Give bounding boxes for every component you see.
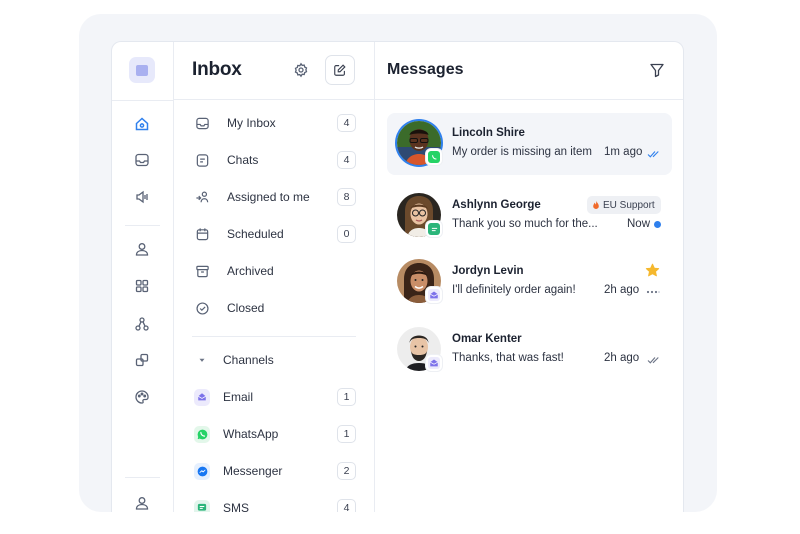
message-time: 2h ago <box>604 284 640 296</box>
channel-item-email[interactable]: Email 1 <box>174 383 375 411</box>
channel-label: Email <box>223 390 254 404</box>
nav-item-chats[interactable]: Chats 4 <box>174 146 375 174</box>
nav-item-count: 4 <box>337 151 356 169</box>
nav-item-label: Assigned to me <box>227 190 310 204</box>
nav-item-label: Scheduled <box>227 227 284 241</box>
calendar-icon <box>194 226 210 242</box>
contacts-icon[interactable] <box>133 240 151 258</box>
nav-item-count: 0 <box>337 225 356 243</box>
channels-label: Channels <box>223 353 274 367</box>
nav-item-closed[interactable]: Closed <box>174 294 375 322</box>
messages-title: Messages <box>387 61 464 78</box>
tag-label: EU Support <box>603 199 655 211</box>
channel-count: 4 <box>337 499 356 512</box>
contact-name: Ashlynn George <box>452 199 541 211</box>
sms-badge-icon <box>426 221 442 237</box>
archive-icon <box>194 263 210 279</box>
team-tag[interactable]: EU Support <box>587 196 661 214</box>
icon-rail <box>112 42 174 512</box>
message-time: 2h ago <box>604 352 640 364</box>
star-icon[interactable] <box>645 263 660 278</box>
nav-item-my-inbox[interactable]: My Inbox 4 <box>174 109 375 137</box>
inbox-header: Inbox <box>174 42 374 100</box>
apps-grid-icon[interactable] <box>133 277 151 295</box>
channel-label: WhatsApp <box>223 427 279 441</box>
channel-label: Messenger <box>223 464 283 478</box>
sms-icon <box>194 499 210 512</box>
rail-divider <box>112 100 173 101</box>
inbox-tray-icon <box>194 115 210 131</box>
rail-divider <box>125 225 160 226</box>
channel-item-sms[interactable]: SMS 4 <box>174 494 375 512</box>
typing-dots-icon <box>646 285 660 297</box>
nav-item-label: Archived <box>227 264 274 278</box>
nav-item-assigned-to-me[interactable]: Assigned to me 8 <box>174 183 375 211</box>
nav-item-label: Chats <box>227 153 259 167</box>
inbox-panel: Inbox My Inbox 4 Chats 4 Assigned to me … <box>174 42 375 512</box>
nav-item-count: 4 <box>337 114 356 132</box>
contact-name: Omar Kenter <box>452 333 522 345</box>
chat-doc-icon <box>194 152 210 168</box>
rail-divider <box>125 477 160 478</box>
inbox-icon[interactable] <box>133 151 151 169</box>
messages-panel: Messages Lincoln Shire My order is missi… <box>375 42 683 512</box>
palette-icon[interactable] <box>133 388 151 406</box>
contact-name: Jordyn Levin <box>452 265 524 277</box>
message-preview: I'll definitely order again! <box>452 284 576 296</box>
filter-icon[interactable] <box>649 62 665 78</box>
nav-item-label: My Inbox <box>227 116 276 130</box>
channels-divider <box>192 336 356 337</box>
app-logo-icon[interactable] <box>129 57 155 83</box>
whatsapp-icon <box>194 425 210 443</box>
channel-item-messenger[interactable]: Messenger 2 <box>174 457 375 485</box>
nav-item-count: 8 <box>337 188 356 206</box>
channel-item-whatsapp[interactable]: WhatsApp 1 <box>174 420 375 448</box>
compose-icon <box>334 64 346 76</box>
channel-count: 2 <box>337 462 356 480</box>
conversation-item[interactable]: Ashlynn George EU Support Thank you so m… <box>387 185 672 247</box>
caret-down-icon <box>194 352 210 368</box>
megaphone-icon[interactable] <box>133 188 151 206</box>
whatsapp-badge-icon <box>426 149 442 165</box>
channels-toggle[interactable]: Channels <box>174 346 375 374</box>
check-circle-icon <box>194 300 210 316</box>
conversation-item[interactable]: Omar Kenter Thanks, that was fast! 2h ag… <box>387 319 672 381</box>
workflow-icon[interactable] <box>133 315 151 333</box>
integrations-icon[interactable] <box>133 351 151 369</box>
email-badge-icon <box>426 355 442 371</box>
channel-count: 1 <box>337 388 356 406</box>
inbox-title: Inbox <box>192 59 242 80</box>
channel-label: SMS <box>223 501 250 512</box>
fire-icon <box>592 200 600 210</box>
nav-item-scheduled[interactable]: Scheduled 0 <box>174 220 375 248</box>
messages-header: Messages <box>375 42 683 100</box>
nav-item-archived[interactable]: Archived <box>174 257 375 285</box>
email-icon <box>194 388 210 406</box>
home-icon[interactable] <box>133 115 151 133</box>
compose-button[interactable] <box>325 55 355 85</box>
message-time: Now <box>627 218 651 230</box>
email-badge-icon <box>426 287 442 303</box>
gear-icon[interactable] <box>293 62 309 78</box>
double-check-icon <box>647 353 661 365</box>
profile-icon[interactable] <box>133 494 151 512</box>
nav-item-label: Closed <box>227 301 265 315</box>
assign-icon <box>194 189 210 205</box>
message-preview: My order is missing an item <box>452 146 592 158</box>
messenger-icon <box>194 462 210 480</box>
double-check-icon <box>647 147 661 159</box>
conversation-item[interactable]: Lincoln Shire My order is missing an ite… <box>387 113 672 175</box>
message-time: 1m ago <box>604 146 643 158</box>
conversation-item[interactable]: Jordyn Levin I'll definitely order again… <box>387 251 672 313</box>
channel-count: 1 <box>337 425 356 443</box>
unread-dot-icon <box>654 221 661 228</box>
message-preview: Thank you so much for the... <box>452 218 598 230</box>
contact-name: Lincoln Shire <box>452 127 525 139</box>
app-window: Inbox My Inbox 4 Chats 4 Assigned to me … <box>111 41 684 512</box>
message-preview: Thanks, that was fast! <box>452 352 564 364</box>
